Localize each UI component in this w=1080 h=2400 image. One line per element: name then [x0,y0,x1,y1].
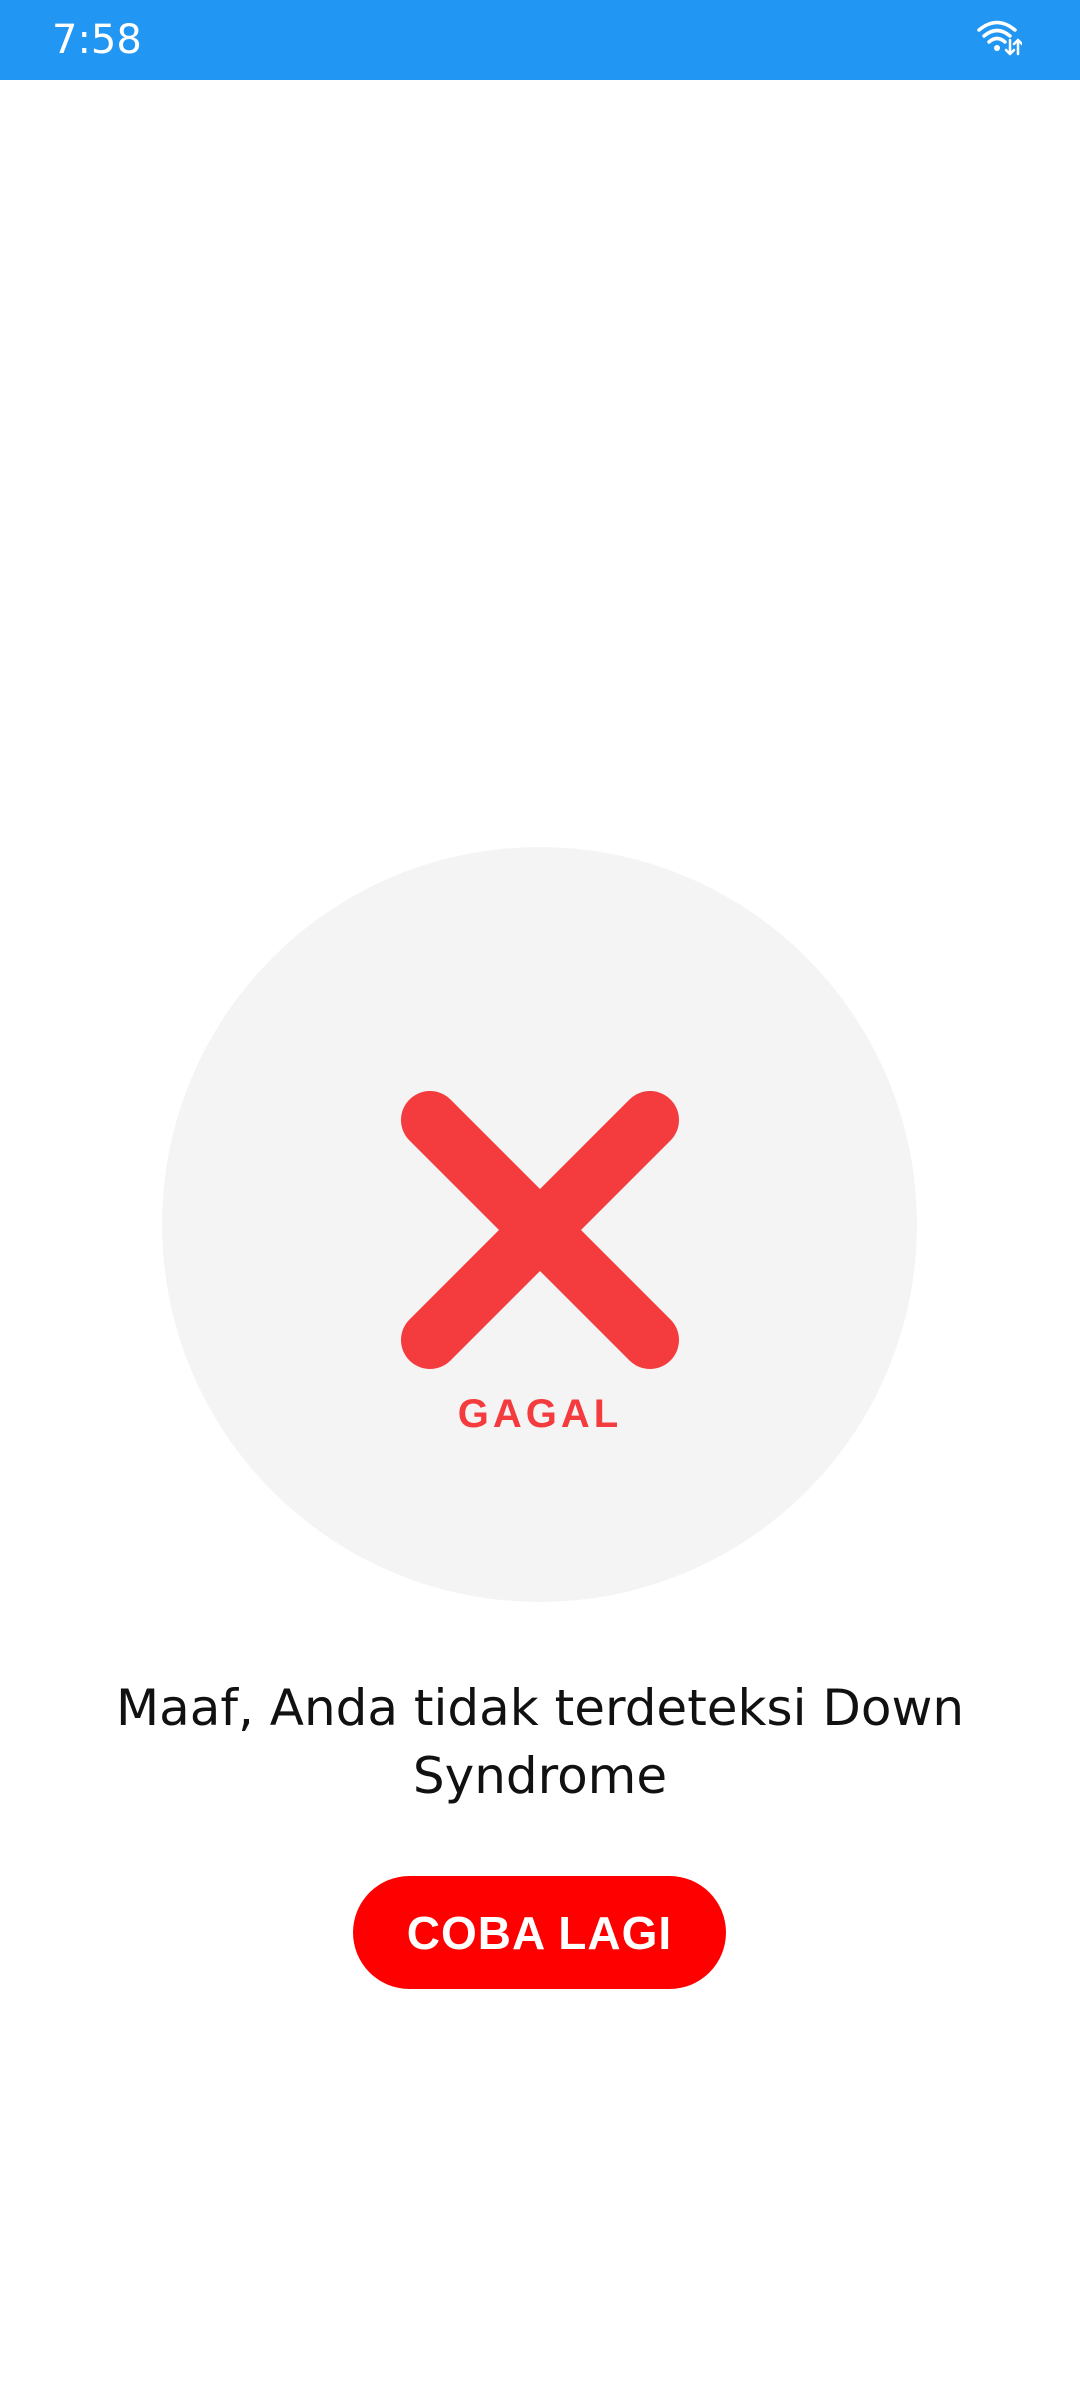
wifi-icon [977,20,1022,56]
status-time: 7:58 [52,17,142,63]
result-message: Maaf, Anda tidak terdeteksi Down Syndrom… [115,1679,965,1805]
status-bar: 7:58 [0,0,1080,80]
close-icon [401,1091,679,1369]
result-status-label: GAGAL [457,1392,623,1436]
retry-button[interactable]: COBA LAGI [353,1876,726,1989]
